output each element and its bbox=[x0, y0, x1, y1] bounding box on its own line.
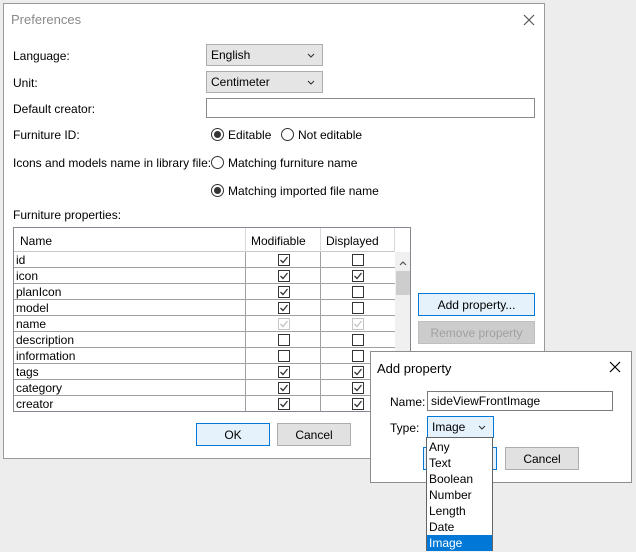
modifiable-checkbox[interactable] bbox=[278, 398, 290, 410]
type-option-text[interactable]: Text bbox=[427, 455, 492, 471]
type-option-number[interactable]: Number bbox=[427, 487, 492, 503]
add-property-titlebar[interactable]: Add property bbox=[371, 352, 631, 383]
modifiable-checkbox[interactable] bbox=[278, 302, 290, 314]
displayed-checkbox[interactable] bbox=[352, 286, 364, 298]
modifiable-checkbox[interactable] bbox=[278, 334, 290, 346]
name-label: Name: bbox=[390, 395, 426, 409]
add-property-dialog: Add property Name: sideViewFrontImage Ty… bbox=[370, 351, 632, 483]
table-row[interactable]: tags bbox=[14, 364, 395, 380]
property-name-field[interactable]: sideViewFrontImage bbox=[427, 391, 613, 411]
table-row[interactable]: category bbox=[14, 380, 395, 396]
row-name: category bbox=[16, 381, 63, 395]
default-creator-label: Default creator: bbox=[13, 102, 96, 116]
modifiable-checkbox[interactable] bbox=[278, 254, 290, 266]
radio-editable-label[interactable]: Editable bbox=[228, 128, 271, 142]
displayed-checkbox[interactable] bbox=[352, 366, 364, 378]
column-divider bbox=[245, 228, 246, 252]
column-divider bbox=[245, 252, 246, 411]
icons-models-label: Icons and models name in library file: bbox=[13, 156, 212, 170]
column-header-name[interactable]: Name bbox=[20, 234, 52, 248]
displayed-checkbox[interactable] bbox=[352, 382, 364, 394]
type-option-any[interactable]: Any bbox=[427, 439, 492, 455]
displayed-checkbox[interactable] bbox=[352, 334, 364, 346]
language-select[interactable]: English bbox=[206, 44, 323, 66]
radio-not-editable[interactable] bbox=[281, 128, 294, 141]
column-divider bbox=[320, 252, 321, 411]
close-icon[interactable] bbox=[605, 357, 625, 377]
type-option-date[interactable]: Date bbox=[427, 519, 492, 535]
row-name: id bbox=[16, 253, 26, 267]
table-row[interactable]: planIcon bbox=[14, 284, 395, 300]
radio-matching-imported-file-name-label[interactable]: Matching imported file name bbox=[228, 184, 379, 198]
column-header-displayed[interactable]: Displayed bbox=[326, 234, 379, 248]
unit-value: Centimeter bbox=[211, 75, 270, 89]
ok-button[interactable]: OK bbox=[196, 423, 270, 446]
cancel-button[interactable]: Cancel bbox=[277, 423, 351, 446]
table-row[interactable]: creator bbox=[14, 396, 395, 411]
row-name: information bbox=[16, 349, 76, 363]
column-divider bbox=[320, 228, 321, 252]
column-header-modifiable[interactable]: Modifiable bbox=[251, 234, 306, 248]
modifiable-checkbox[interactable] bbox=[278, 318, 290, 330]
furniture-properties-table[interactable]: Name Modifiable Displayed id icon planIcon… bbox=[13, 227, 411, 412]
modifiable-checkbox[interactable] bbox=[278, 286, 290, 298]
radio-editable[interactable] bbox=[211, 128, 224, 141]
radio-matching-furniture-name-label[interactable]: Matching furniture name bbox=[228, 156, 357, 170]
type-option-boolean[interactable]: Boolean bbox=[427, 471, 492, 487]
dialog-title: Add property bbox=[377, 361, 452, 376]
table-row[interactable]: name bbox=[14, 316, 395, 332]
type-option-length[interactable]: Length bbox=[427, 503, 492, 519]
displayed-checkbox[interactable] bbox=[352, 254, 364, 266]
type-option-image[interactable]: Image bbox=[427, 535, 492, 551]
modifiable-checkbox[interactable] bbox=[278, 382, 290, 394]
scrollbar-thumb[interactable] bbox=[396, 271, 410, 295]
modifiable-checkbox[interactable] bbox=[278, 270, 290, 282]
language-value: English bbox=[211, 48, 251, 62]
displayed-checkbox[interactable] bbox=[352, 318, 364, 330]
dialog-cancel-button[interactable]: Cancel bbox=[505, 447, 579, 470]
chevron-down-icon bbox=[477, 422, 487, 436]
table-row[interactable]: icon bbox=[14, 268, 395, 284]
type-select[interactable]: Image bbox=[427, 416, 494, 438]
displayed-checkbox[interactable] bbox=[352, 350, 364, 362]
table-row[interactable]: description bbox=[14, 332, 395, 348]
language-label: Language: bbox=[13, 49, 70, 63]
table-row[interactable]: information bbox=[14, 348, 395, 364]
row-name: creator bbox=[16, 397, 54, 411]
table-row[interactable]: model bbox=[14, 300, 395, 316]
furniture-id-label: Furniture ID: bbox=[13, 128, 80, 142]
chevron-down-icon bbox=[306, 50, 316, 64]
column-divider bbox=[394, 228, 395, 252]
scroll-up-arrow-icon[interactable] bbox=[398, 256, 408, 270]
row-name: model bbox=[16, 301, 49, 315]
row-name: planIcon bbox=[16, 285, 62, 299]
remove-property-button[interactable]: Remove property bbox=[418, 321, 535, 344]
row-name: name bbox=[16, 317, 47, 331]
radio-not-editable-label[interactable]: Not editable bbox=[298, 128, 362, 142]
furniture-properties-label: Furniture properties: bbox=[13, 208, 122, 222]
type-value: Image bbox=[432, 420, 466, 434]
displayed-checkbox[interactable] bbox=[352, 270, 364, 282]
unit-label: Unit: bbox=[13, 76, 38, 90]
table-row[interactable]: id bbox=[14, 252, 395, 268]
modifiable-checkbox[interactable] bbox=[278, 366, 290, 378]
chevron-down-icon bbox=[306, 77, 316, 91]
unit-select[interactable]: Centimeter bbox=[206, 71, 323, 93]
table-header: Name Modifiable Displayed bbox=[14, 228, 395, 252]
type-dropdown-list[interactable]: Any Text Boolean Number Length Date Imag… bbox=[426, 437, 493, 551]
radio-matching-furniture-name[interactable] bbox=[211, 156, 224, 169]
row-name: icon bbox=[16, 269, 39, 283]
modifiable-checkbox[interactable] bbox=[278, 350, 290, 362]
displayed-checkbox[interactable] bbox=[352, 302, 364, 314]
close-icon[interactable] bbox=[519, 10, 539, 30]
radio-matching-imported-file-name[interactable] bbox=[211, 184, 224, 197]
row-name: tags bbox=[16, 365, 39, 379]
row-name: description bbox=[16, 333, 75, 347]
add-property-button[interactable]: Add property... bbox=[418, 293, 535, 316]
displayed-checkbox[interactable] bbox=[352, 398, 364, 410]
preferences-titlebar[interactable]: Preferences bbox=[4, 4, 544, 35]
type-label: Type: bbox=[390, 421, 420, 435]
window-title: Preferences bbox=[11, 12, 82, 27]
default-creator-field[interactable] bbox=[206, 98, 535, 118]
